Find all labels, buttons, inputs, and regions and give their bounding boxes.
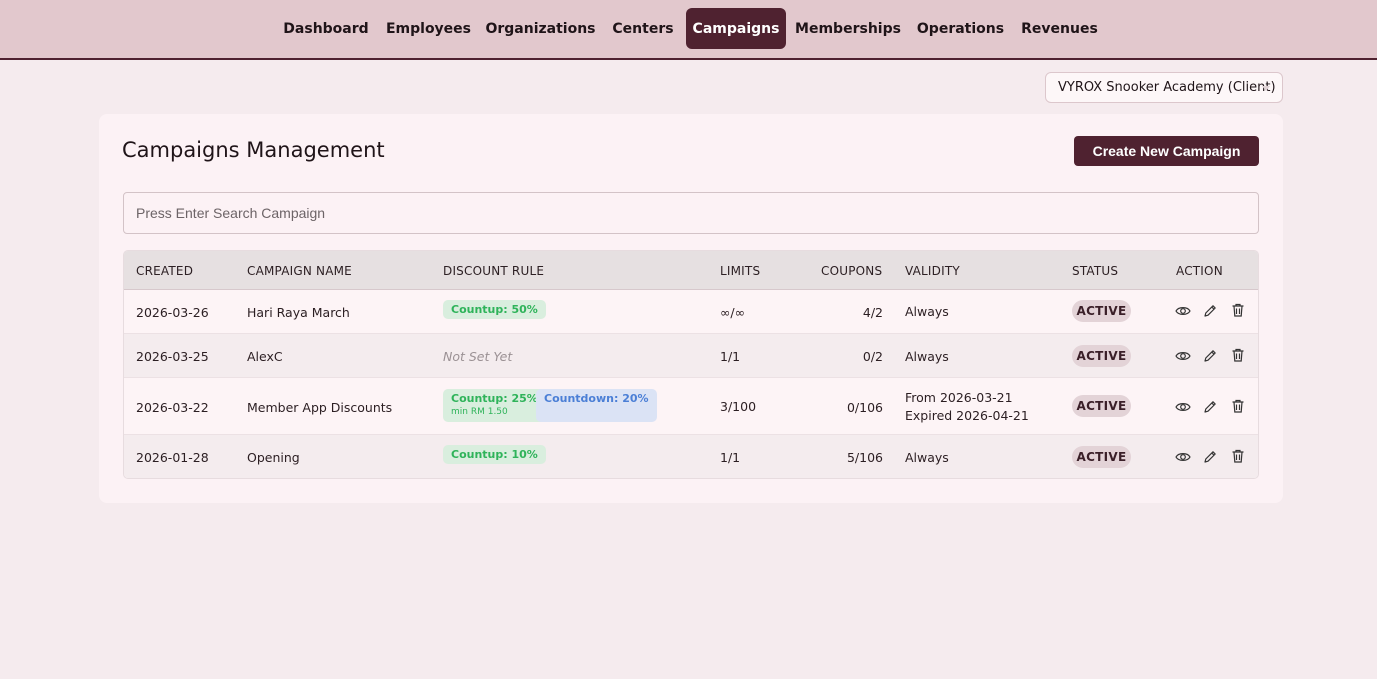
- header-limits: LIMITS: [720, 264, 761, 278]
- tab-memberships[interactable]: Memberships: [792, 8, 904, 49]
- trash-icon[interactable]: [1230, 302, 1246, 318]
- tab-operations[interactable]: Operations: [911, 8, 1010, 49]
- cell-created: 2026-03-26: [136, 305, 209, 320]
- cell-limits: 1/1: [720, 349, 741, 364]
- pencil-icon[interactable]: [1202, 348, 1218, 364]
- trash-icon[interactable]: [1230, 398, 1246, 414]
- header-status: STATUS: [1072, 264, 1119, 278]
- tab-revenues[interactable]: Revenues: [1016, 8, 1103, 49]
- status-badge: ACTIVE: [1072, 395, 1131, 417]
- header-validity: VALIDITY: [905, 264, 960, 278]
- pencil-icon[interactable]: [1202, 399, 1218, 415]
- discount-rule-min: min RM 1.50: [451, 407, 508, 417]
- top-navigation: Dashboard Employees Organizations Center…: [0, 0, 1377, 60]
- discount-rule-chip: Countdown: 20%: [536, 389, 657, 422]
- eye-icon[interactable]: [1175, 348, 1191, 364]
- cell-validity-expired: Expired 2026-04-21: [905, 408, 1029, 423]
- tab-centers[interactable]: Centers: [605, 8, 681, 49]
- cell-validity: Always: [905, 304, 949, 319]
- header-created: CREATED: [136, 264, 194, 278]
- header-campaign-name: CAMPAIGN NAME: [247, 264, 352, 278]
- cell-coupons: 0/2: [862, 349, 883, 364]
- search-input[interactable]: [123, 192, 1259, 234]
- tab-campaigns[interactable]: Campaigns: [686, 8, 786, 49]
- cell-limits: 3/100: [720, 399, 757, 414]
- cell-campaign-name: Opening: [247, 450, 300, 465]
- cell-validity: Always: [905, 349, 949, 364]
- table-row: 2026-03-26 Hari Raya March Countup: 50% …: [124, 290, 1258, 334]
- eye-icon[interactable]: [1175, 449, 1191, 465]
- pencil-icon[interactable]: [1202, 449, 1218, 465]
- cell-created: 2026-03-25: [136, 349, 209, 364]
- chevron-down-icon: [1262, 86, 1270, 91]
- cell-coupons: 4/2: [862, 305, 883, 320]
- table-row: 2026-03-25 AlexC Not Set Yet 1/1 0/2 Alw…: [124, 334, 1258, 378]
- status-badge: ACTIVE: [1072, 446, 1131, 468]
- cell-created: 2026-03-22: [136, 400, 209, 415]
- discount-rule-empty: Not Set Yet: [443, 349, 513, 364]
- table-header: CREATED CAMPAIGN NAME DISCOUNT RULE LIMI…: [124, 251, 1258, 290]
- cell-validity: Always: [905, 450, 949, 465]
- eye-icon[interactable]: [1175, 399, 1191, 415]
- client-select-value: VYROX Snooker Academy (Client): [1058, 80, 1276, 95]
- cell-validity-from: From 2026-03-21: [905, 390, 1013, 405]
- tab-organizations[interactable]: Organizations: [482, 8, 599, 49]
- status-badge: ACTIVE: [1072, 300, 1131, 322]
- page-title: Campaigns Management: [122, 138, 385, 162]
- campaigns-card: Campaigns Management Create New Campaign…: [99, 114, 1283, 503]
- cell-coupons: 5/106: [846, 450, 883, 465]
- cell-limits: ∞/∞: [720, 305, 746, 320]
- header-coupons: COUPONS: [821, 264, 883, 278]
- campaigns-table: CREATED CAMPAIGN NAME DISCOUNT RULE LIMI…: [123, 250, 1259, 479]
- discount-rule-chip: Countup: 25% min RM 1.50: [443, 389, 546, 422]
- trash-icon[interactable]: [1230, 448, 1246, 464]
- trash-icon[interactable]: [1230, 347, 1246, 363]
- status-badge: ACTIVE: [1072, 345, 1131, 367]
- client-select[interactable]: VYROX Snooker Academy (Client): [1045, 72, 1283, 103]
- cell-campaign-name: Hari Raya March: [247, 305, 350, 320]
- cell-created: 2026-01-28: [136, 450, 209, 465]
- cell-coupons: 0/106: [846, 400, 883, 415]
- tab-employees[interactable]: Employees: [381, 8, 476, 49]
- header-action: ACTION: [1176, 264, 1223, 278]
- cell-campaign-name: AlexC: [247, 349, 283, 364]
- discount-rule-chip: Countup: 50%: [443, 300, 546, 319]
- header-discount-rule: DISCOUNT RULE: [443, 264, 545, 278]
- cell-limits: 1/1: [720, 450, 741, 465]
- discount-rule-label: Countup: 25%: [451, 392, 538, 405]
- table-row: 2026-03-22 Member App Discounts Countup:…: [124, 378, 1258, 435]
- tab-dashboard[interactable]: Dashboard: [277, 8, 375, 49]
- create-campaign-button[interactable]: Create New Campaign: [1074, 136, 1259, 166]
- pencil-icon[interactable]: [1202, 303, 1218, 319]
- eye-icon[interactable]: [1175, 303, 1191, 319]
- discount-rule-chip: Countup: 10%: [443, 445, 546, 464]
- cell-campaign-name: Member App Discounts: [247, 400, 393, 415]
- table-row: 2026-01-28 Opening Countup: 10% 1/1 5/10…: [124, 435, 1258, 478]
